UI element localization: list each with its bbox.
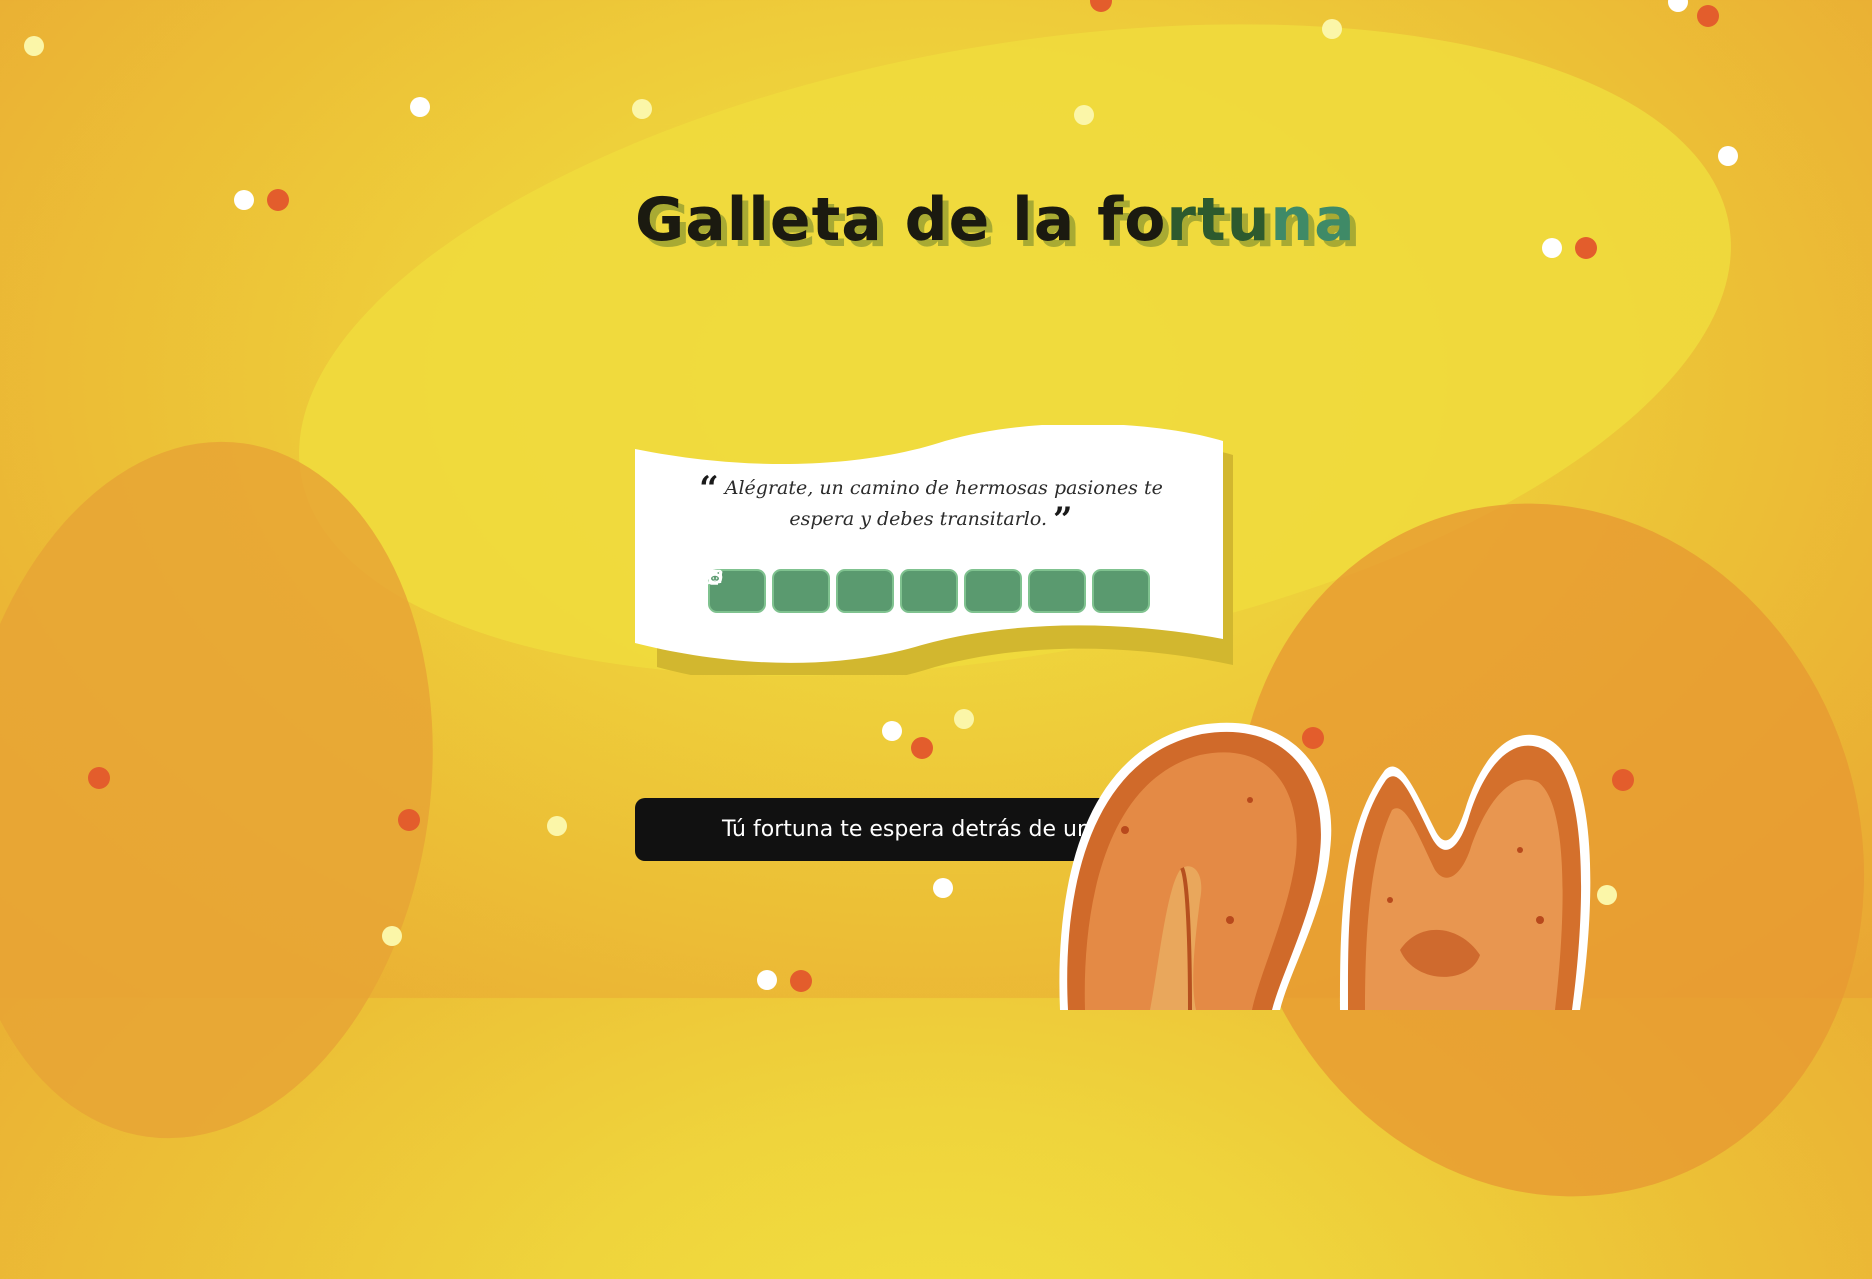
facebook-share-button[interactable]: [711, 569, 958, 613]
close-quote-mark: ”: [1053, 500, 1073, 540]
fortune-paper: “ Alégrate, un camino de hermosas pasion…: [635, 425, 1233, 675]
confetti-dot: [382, 926, 402, 946]
confetti-dot: [933, 878, 953, 898]
confetti-dot: [88, 767, 110, 789]
confetti-dot: [234, 190, 254, 210]
confetti-dot: [1668, 0, 1688, 12]
fortune-quote: “ Alégrate, un camino de hermosas pasion…: [675, 472, 1187, 537]
open-quote-mark: “: [699, 469, 719, 509]
confetti-dot: [790, 970, 812, 992]
confetti-dot: [547, 816, 567, 836]
share-buttons: [707, 569, 1151, 613]
reddit-icon: [708, 571, 722, 584]
confetti-dot: [24, 36, 44, 56]
linkedin-share-button[interactable]: [708, 569, 1086, 613]
confetti-dot: [398, 809, 420, 831]
confetti-dot: [1612, 769, 1634, 791]
confetti-dot: [1718, 146, 1738, 166]
confetti-dot: [267, 189, 289, 211]
telegram-share-button[interactable]: [708, 569, 1022, 613]
whatsapp-share-button[interactable]: [707, 569, 894, 613]
confetti-dot: [1542, 238, 1562, 258]
confetti-dot: [1697, 5, 1719, 27]
confetti-dot: [882, 721, 902, 741]
paper-shape: [635, 425, 1233, 675]
confetti-dot: [911, 737, 933, 759]
confetti-dot: [954, 709, 974, 729]
confetti-dot: [1090, 0, 1112, 12]
twitter-share-button[interactable]: [708, 569, 830, 613]
reddit-share-button[interactable]: [708, 569, 1150, 613]
confetti-dot: [1322, 19, 1342, 39]
fortune-cookie-illustration: [1059, 722, 1591, 1010]
confetti-dot: [632, 99, 652, 119]
confetti-dot: [757, 970, 777, 990]
confetti-dot: [1074, 105, 1094, 125]
confetti-dot: [1597, 885, 1617, 905]
page-title: Galleta de la fortuna: [635, 185, 1356, 255]
confetti-dot: [410, 97, 430, 117]
fortune-text: Alégrate, un camino de hermosas pasiones…: [724, 477, 1163, 530]
confetti-dot: [1575, 237, 1597, 259]
